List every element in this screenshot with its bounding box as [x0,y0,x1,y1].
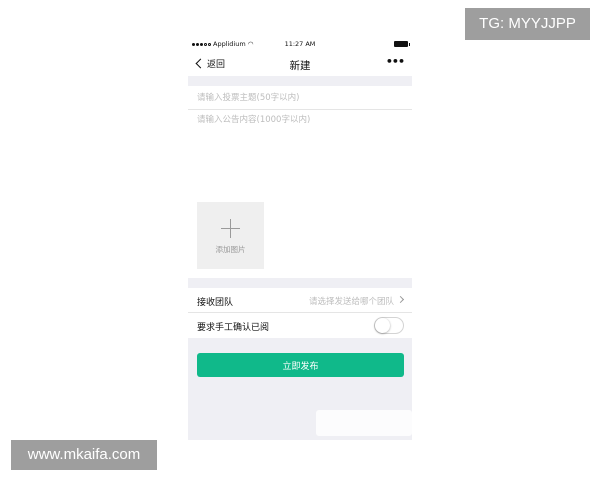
phone-screen: Applidium ◠ 11:27 AM 返回 新建 ••• 添加图片 [188,36,412,440]
add-image-label: 添加图片 [215,245,246,254]
watermark-site: www.mkaifa.com [11,440,157,470]
section-divider [188,278,412,288]
blurred-overlay [316,410,412,436]
title-input[interactable] [188,86,412,110]
team-placeholder: 请选择发送给哪个团队 [308,297,394,307]
battery-icon [394,41,410,47]
page-title: 新建 [289,60,311,72]
add-image-button[interactable]: 添加图片 [197,202,264,269]
team-selector-row[interactable]: 接收团队 请选择发送给哪个团队 [188,288,412,313]
confirm-read-row: 要求手工确认已阅 [188,313,412,338]
compose-form: 添加图片 [188,86,412,278]
plus-icon [221,219,240,238]
content-input[interactable] [188,113,412,193]
toggle-knob [375,318,390,333]
confirm-label: 要求手工确认已阅 [197,323,270,333]
page: Applidium ◠ 11:27 AM 返回 新建 ••• 添加图片 [0,0,600,480]
confirm-toggle[interactable] [374,317,404,334]
status-time: 11:27 AM [284,40,316,48]
team-label: 接收团队 [197,298,234,308]
status-bar: Applidium ◠ 11:27 AM [188,36,412,52]
publish-button[interactable]: 立即发布 [197,353,404,377]
section-divider [188,76,412,86]
watermark-telegram: TG: MYYJJPP [465,8,590,40]
nav-bar: 返回 新建 ••• [188,52,412,76]
more-button[interactable]: ••• [386,55,405,68]
chevron-right-icon [396,295,405,304]
